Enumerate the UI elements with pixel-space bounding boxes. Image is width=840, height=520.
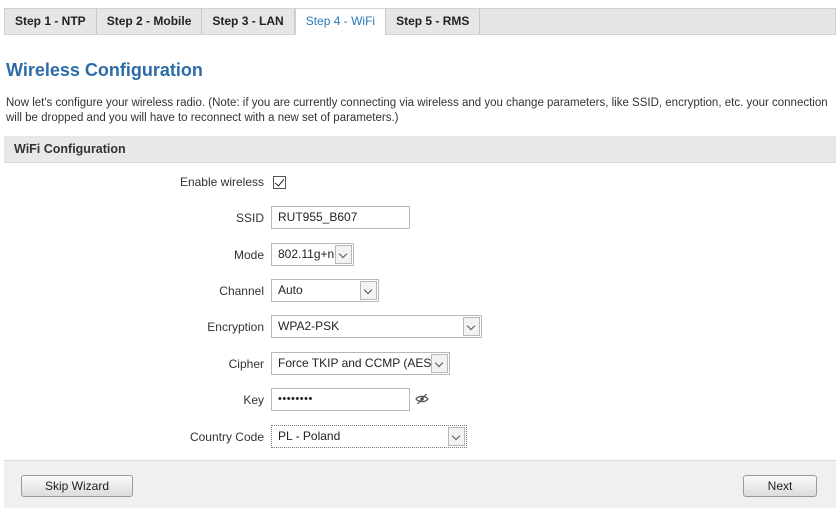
page-title: Wireless Configuration [6, 60, 203, 80]
tab-step-5-rms[interactable]: Step 5 - RMS [386, 9, 481, 34]
tab-step-1-ntp[interactable]: Step 1 - NTP [5, 9, 97, 34]
chevron-down-icon [335, 245, 352, 264]
skip-wizard-button[interactable]: Skip Wizard [21, 475, 133, 497]
encryption-value: WPA2-PSK [278, 319, 340, 333]
wizard-tabs: Step 1 - NTP Step 2 - Mobile Step 3 - LA… [4, 8, 836, 35]
chevron-down-icon [448, 427, 465, 446]
tab-step-4-wifi[interactable]: Step 4 - WiFi [294, 8, 387, 35]
cipher-select[interactable]: Force TKIP and CCMP (AES) [271, 352, 450, 375]
mode-label: Mode [233, 248, 264, 262]
country-code-select[interactable]: PL - Poland [271, 425, 467, 448]
section-title: WiFi Configuration [14, 142, 126, 156]
cipher-value: Force TKIP and CCMP (AES) [278, 356, 436, 370]
next-button[interactable]: Next [743, 475, 817, 497]
country-code-label: Country Code [189, 430, 264, 444]
mode-value: 802.11g+n [278, 247, 335, 261]
eye-slash-icon[interactable] [415, 393, 429, 405]
enable-wireless-label: Enable wireless [179, 175, 264, 189]
encryption-label: Encryption [207, 320, 264, 334]
page-description: Now let's configure your wireless radio.… [6, 97, 828, 124]
mode-select[interactable]: 802.11g+n [271, 243, 354, 266]
section-header: WiFi Configuration [4, 136, 836, 163]
key-input[interactable]: •••••••• [271, 388, 410, 411]
channel-value: Auto [278, 283, 303, 297]
channel-label: Channel [219, 284, 264, 298]
key-label: Key [243, 393, 264, 407]
encryption-select[interactable]: WPA2-PSK [271, 315, 482, 338]
ssid-input[interactable]: RUT955_B607 [271, 206, 410, 229]
enable-wireless-checkbox[interactable] [273, 176, 286, 189]
channel-select[interactable]: Auto [271, 279, 379, 302]
country-code-value: PL - Poland [278, 429, 341, 443]
chevron-down-icon [431, 354, 448, 373]
chevron-down-icon [360, 281, 377, 300]
tab-step-3-lan[interactable]: Step 3 - LAN [202, 9, 295, 34]
tab-step-2-mobile[interactable]: Step 2 - Mobile [97, 9, 203, 34]
chevron-down-icon [463, 317, 480, 336]
cipher-label: Cipher [228, 357, 264, 371]
ssid-label: SSID [235, 211, 264, 225]
wizard-footer: Skip Wizard Next [4, 460, 836, 508]
